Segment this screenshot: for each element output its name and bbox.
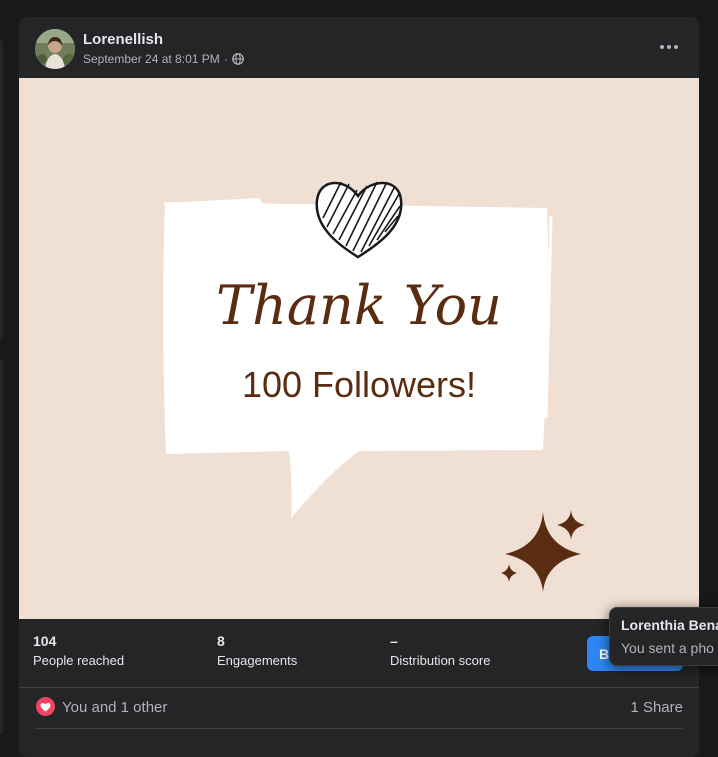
- reach-value: 104: [33, 633, 57, 649]
- meta-separator: ·: [223, 52, 228, 66]
- more-options-icon[interactable]: [657, 37, 681, 57]
- engagements-value: 8: [217, 633, 225, 649]
- left-column-card: [0, 40, 3, 340]
- post-meta: September 24 at 8:01 PM ·: [83, 52, 244, 66]
- globe-icon[interactable]: [231, 53, 244, 65]
- top-edge: [0, 0, 718, 4]
- reactions-bar: You and 1 other 1 Share: [19, 688, 699, 728]
- image-headline: Thank You: [216, 274, 502, 337]
- distribution-value: –: [390, 633, 398, 649]
- post-image[interactable]: Thank You 100 Followers!: [19, 78, 699, 619]
- image-subline: 100 Followers!: [241, 364, 477, 405]
- heart-glyph: [40, 702, 51, 711]
- reach-stat: 104 People reached: [33, 633, 124, 668]
- distribution-label: Distribution score: [390, 653, 491, 668]
- post-timestamp[interactable]: September 24 at 8:01 PM: [83, 52, 220, 66]
- share-count[interactable]: 1 Share: [630, 699, 683, 716]
- engagements-stat: 8 Engagements: [217, 633, 297, 668]
- avatar-photo: [35, 29, 75, 69]
- sparkle-icon: [501, 510, 585, 592]
- message-preview: You sent a pho: [621, 640, 714, 656]
- post-insights: 104 People reached 8 Engagements – Distr…: [19, 619, 699, 687]
- distribution-stat: – Distribution score: [390, 633, 490, 668]
- post-card: Lorenellish September 24 at 8:01 PM · Th…: [19, 17, 699, 757]
- thank-you-graphic: [163, 181, 585, 592]
- post-header: Lorenellish September 24 at 8:01 PM ·: [19, 17, 699, 78]
- dot: [667, 45, 671, 49]
- reactions-summary[interactable]: You and 1 other: [62, 699, 167, 716]
- sender-name: Lorenthia Bena: [621, 617, 718, 633]
- divider: [35, 728, 683, 729]
- left-column-card: [0, 360, 3, 734]
- dot: [674, 45, 678, 49]
- author-name[interactable]: Lorenellish: [83, 31, 163, 48]
- dot: [660, 45, 664, 49]
- love-reaction-icon[interactable]: [36, 697, 55, 716]
- reach-label: People reached: [33, 653, 125, 668]
- engagements-label: Engagements: [217, 653, 298, 668]
- message-preview-popup[interactable]: Lorenthia Bena You sent a pho: [609, 607, 718, 666]
- avatar[interactable]: [35, 29, 75, 69]
